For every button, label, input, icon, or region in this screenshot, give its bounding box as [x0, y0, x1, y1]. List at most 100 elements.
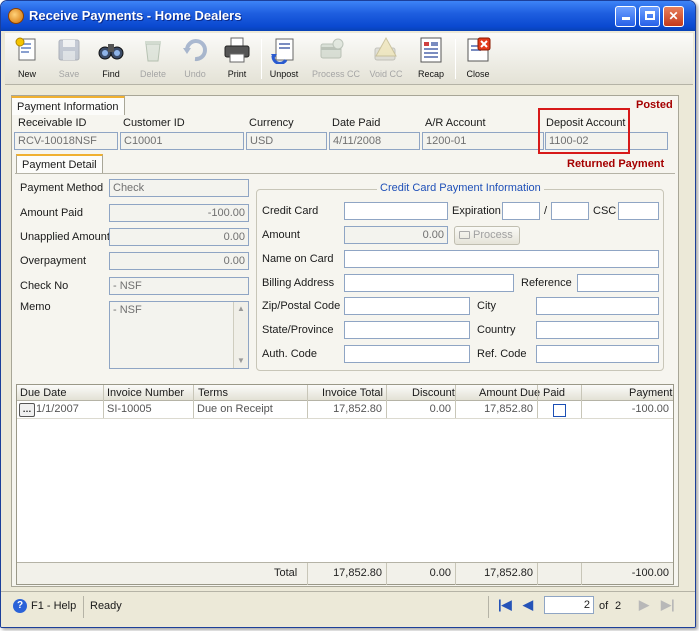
- close-button[interactable]: Close: [458, 36, 498, 82]
- recap-button[interactable]: Recap: [411, 36, 451, 82]
- process-cc-button[interactable]: Process CC: [312, 36, 360, 82]
- page-number-field[interactable]: 2: [544, 596, 594, 614]
- billing-address-field[interactable]: [344, 274, 514, 292]
- window-title: Receive Payments - Home Dealers: [29, 8, 242, 23]
- state-field[interactable]: [344, 321, 470, 339]
- grid-footer: Total 17,852.80 0.00 17,852.80 -100.00: [17, 562, 673, 585]
- col-paid[interactable]: Paid: [543, 387, 565, 399]
- process-button[interactable]: Process: [454, 226, 520, 245]
- col-due-date[interactable]: Due Date: [20, 387, 66, 399]
- status-divider: [83, 596, 84, 618]
- receivable-id-label: Receivable ID: [18, 117, 87, 129]
- cell-invoice-total[interactable]: 17,852.80: [308, 402, 385, 418]
- date-paid-field[interactable]: 4/11/2008: [329, 132, 420, 150]
- credit-card-field[interactable]: [344, 202, 448, 220]
- currency-field[interactable]: USD: [246, 132, 327, 150]
- memo-scrollbar[interactable]: ▲ ▼: [233, 302, 248, 368]
- last-record-icon[interactable]: ▶|: [661, 597, 675, 613]
- customer-id-field[interactable]: C10001: [120, 132, 244, 150]
- unpost-button[interactable]: Unpost: [264, 36, 304, 82]
- previous-record-icon[interactable]: ◀: [523, 597, 533, 613]
- cell-discount[interactable]: 0.00: [387, 402, 454, 418]
- cell-due-date[interactable]: 1/1/2007: [33, 402, 103, 418]
- auth-code-field[interactable]: [344, 345, 470, 363]
- col-terms[interactable]: Terms: [198, 387, 228, 399]
- toolbar-separator: [261, 39, 262, 79]
- cell-amount-due[interactable]: 17,852.80: [456, 402, 536, 418]
- unapplied-amount-field[interactable]: 0.00: [109, 228, 249, 246]
- tab-payment-information[interactable]: Payment Information: [11, 96, 125, 115]
- expiration-month-field[interactable]: [502, 202, 540, 220]
- unpost-icon: [270, 36, 298, 65]
- cc-amount-field[interactable]: 0.00: [344, 226, 448, 244]
- scroll-up-icon[interactable]: ▲: [234, 302, 248, 316]
- find-button[interactable]: Find: [91, 36, 131, 82]
- col-discount[interactable]: Discount: [412, 387, 455, 399]
- minimize-button[interactable]: [615, 6, 636, 27]
- first-record-icon[interactable]: |◀: [498, 597, 512, 613]
- expiration-year-field[interactable]: [551, 202, 589, 220]
- amount-paid-field[interactable]: -100.00: [109, 204, 249, 222]
- process-label: Process: [473, 229, 513, 241]
- credit-card-label: Credit Card: [262, 205, 319, 217]
- page-count: 2: [615, 600, 622, 612]
- print-label: Print: [227, 69, 247, 79]
- unpost-label: Unpost: [269, 69, 299, 79]
- maximize-button[interactable]: [639, 6, 660, 27]
- title-bar[interactable]: Receive Payments - Home Dealers ✕: [1, 1, 695, 31]
- close-icon: ✕: [668, 9, 679, 23]
- receivable-id-field[interactable]: RCV-10018NSF: [14, 132, 118, 150]
- csc-label: CSC: [593, 205, 617, 217]
- city-field[interactable]: [536, 297, 659, 315]
- overpayment-field[interactable]: 0.00: [109, 252, 249, 270]
- memo-label: Memo: [20, 301, 51, 313]
- close-window-button[interactable]: ✕: [663, 6, 684, 27]
- tab-payment-detail[interactable]: Payment Detail: [16, 154, 103, 173]
- zip-field[interactable]: [344, 297, 470, 315]
- close-form-icon: [464, 36, 492, 64]
- cell-terms[interactable]: Due on Receipt: [194, 402, 306, 418]
- city-label: City: [477, 300, 496, 312]
- name-on-card-label: Name on Card: [262, 253, 334, 265]
- csc-field[interactable]: [618, 202, 659, 220]
- receive-payments-window: Receive Payments - Home Dealers ✕ New Sa…: [0, 0, 696, 628]
- payment-method-field[interactable]: Check: [109, 179, 249, 197]
- ref-code-field[interactable]: [536, 345, 659, 363]
- table-row[interactable]: … 1/1/2007 SI-10005 Due on Receipt 17,85…: [17, 402, 673, 419]
- help-icon[interactable]: ?: [13, 599, 27, 613]
- new-button[interactable]: New: [7, 36, 47, 82]
- delete-button[interactable]: Delete: [133, 36, 173, 82]
- unapplied-amount-label: Unapplied Amount: [20, 231, 110, 243]
- void-cc-button[interactable]: Void CC: [366, 36, 406, 82]
- deposit-account-highlight: [538, 108, 630, 154]
- cell-invoice-number[interactable]: SI-10005: [104, 402, 192, 418]
- col-payment[interactable]: Payment: [629, 387, 672, 399]
- save-button[interactable]: Save: [49, 36, 89, 82]
- cell-payment[interactable]: -100.00: [582, 402, 672, 418]
- help-hint[interactable]: F1 - Help: [31, 600, 76, 612]
- void-card-icon: [372, 36, 400, 64]
- country-field[interactable]: [536, 321, 659, 339]
- binoculars-icon: [97, 36, 125, 64]
- scroll-down-icon[interactable]: ▼: [234, 354, 248, 368]
- new-document-icon: [13, 36, 41, 64]
- reference-field[interactable]: [577, 274, 659, 292]
- date-paid-label: Date Paid: [332, 117, 381, 129]
- currency-label: Currency: [249, 117, 294, 129]
- col-invoice-total[interactable]: Invoice Total: [322, 387, 383, 399]
- print-button[interactable]: Print: [217, 36, 257, 82]
- col-amount-due[interactable]: Amount Due: [479, 387, 540, 399]
- name-on-card-field[interactable]: [344, 250, 659, 268]
- process-card-icon: [318, 36, 346, 64]
- memo-field[interactable]: - NSF ▲ ▼: [109, 301, 249, 369]
- recap-icon: [417, 36, 445, 64]
- toolbar: New Save Find Delete Undo Print Unpost P…: [5, 33, 693, 85]
- col-invoice-number[interactable]: Invoice Number: [107, 387, 184, 399]
- paid-checkbox[interactable]: [553, 404, 566, 417]
- footer-discount: 0.00: [429, 567, 451, 579]
- ar-account-field[interactable]: 1200-01: [422, 132, 544, 150]
- next-record-icon[interactable]: ▶: [639, 597, 649, 613]
- undo-button[interactable]: Undo: [175, 36, 215, 82]
- footer-amount-due: 17,852.80: [484, 567, 533, 579]
- check-no-field[interactable]: - NSF: [109, 277, 249, 295]
